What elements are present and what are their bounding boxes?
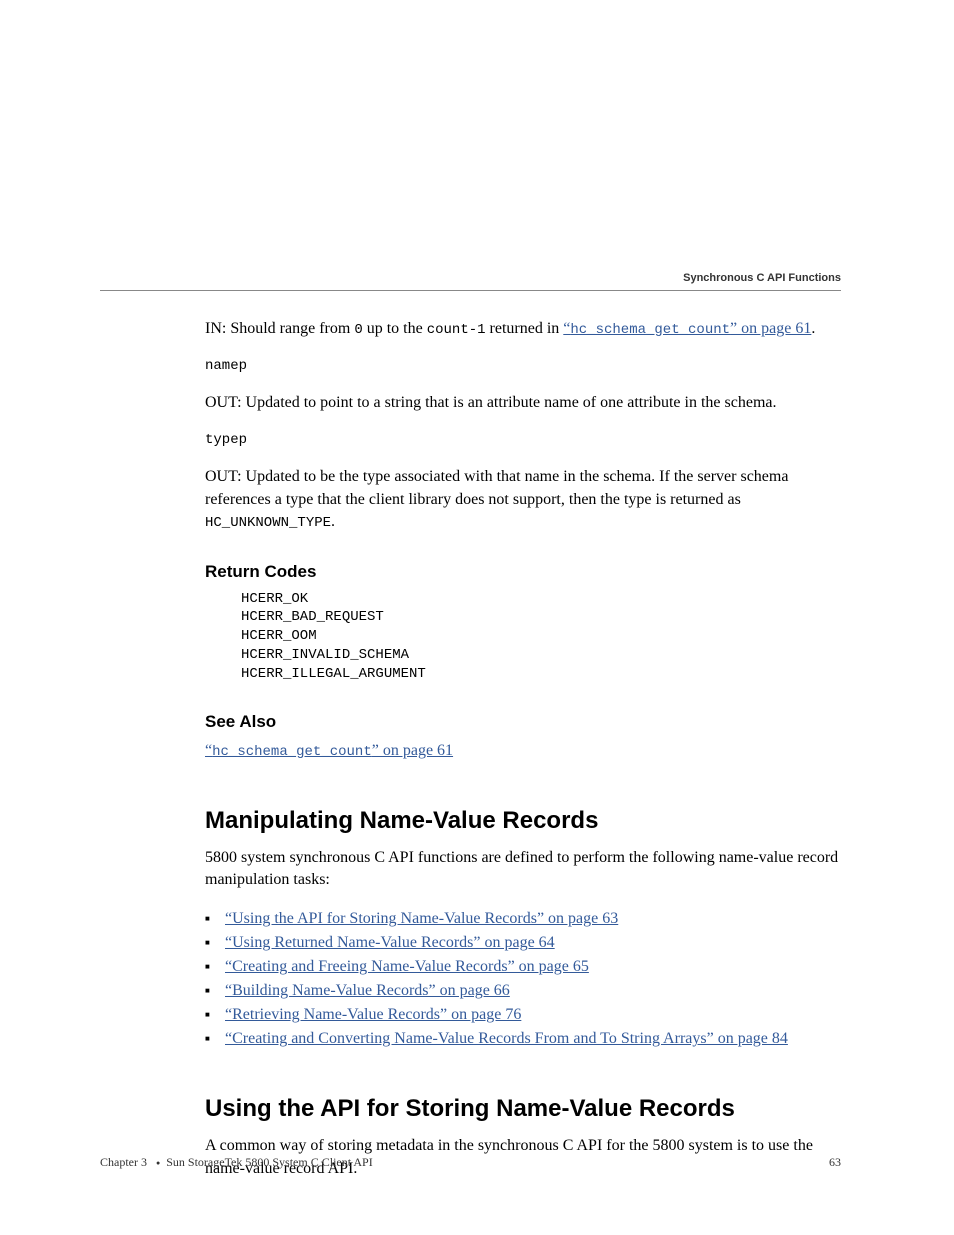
footer-chapter: Chapter 3 — [100, 1155, 150, 1169]
see-also-link-wrap: “hc_schema_get_count” on page 61 — [205, 740, 841, 763]
code-unknown-type: HC_UNKNOWN_TYPE — [205, 515, 331, 531]
para-out-namep: OUT: Updated to point to a string that i… — [205, 392, 841, 414]
list-item: “Building Name-Value Records” on page 66 — [205, 979, 841, 1003]
text: up to the — [363, 320, 427, 337]
param-namep: namep — [205, 357, 841, 377]
link-tail: ” on page 61 — [372, 742, 453, 759]
page-footer: Chapter 3 ● Sun StorageTek 5800 System C … — [100, 1155, 841, 1170]
heading-return-codes: Return Codes — [205, 562, 841, 582]
text: IN: Should range from — [205, 320, 354, 337]
running-head: Synchronous C API Functions — [683, 272, 841, 284]
footer-page-number: 63 — [829, 1155, 841, 1170]
code-zero: 0 — [354, 322, 362, 338]
list-item: “Retrieving Name-Value Records” on page … — [205, 1003, 841, 1027]
link-creating-converting[interactable]: “Creating and Converting Name-Value Reco… — [225, 1030, 788, 1047]
para-out-typep: OUT: Updated to be the type associated w… — [205, 466, 841, 533]
bullet-list: “Using the API for Storing Name-Value Re… — [205, 907, 841, 1051]
para-in: IN: Should range from 0 up to the count-… — [205, 318, 841, 341]
header-rule — [100, 290, 841, 291]
text: . — [811, 320, 815, 337]
return-codes-block: HCERR_OK HCERR_BAD_REQUEST HCERR_OOM HCE… — [241, 590, 841, 684]
heading-see-also: See Also — [205, 712, 841, 732]
text: . — [331, 513, 335, 530]
link-retrieving[interactable]: “Retrieving Name-Value Records” on page … — [225, 1006, 521, 1023]
link-schema-get-count[interactable]: “hc_schema_get_count” on page 61 — [563, 320, 811, 337]
bullet-separator-icon: ● — [156, 1159, 160, 1167]
footer-title: Sun StorageTek 5800 System C Client API — [166, 1155, 373, 1169]
param-typep: typep — [205, 431, 841, 451]
link-creating-freeing[interactable]: “Creating and Freeing Name-Value Records… — [225, 958, 589, 975]
list-item: “Creating and Converting Name-Value Reco… — [205, 1027, 841, 1051]
page: Synchronous C API Functions IN: Should r… — [0, 0, 954, 1235]
link-code: hc_schema_get_count — [570, 322, 730, 338]
heading-using-api-storing: Using the API for Storing Name-Value Rec… — [205, 1095, 841, 1123]
text: OUT: Updated to be the type associated w… — [205, 468, 788, 507]
link-using-api-storing[interactable]: “Using the API for Storing Name-Value Re… — [225, 910, 618, 927]
link-tail: ” on page 61 — [730, 320, 811, 337]
heading-manipulating: Manipulating Name-Value Records — [205, 807, 841, 835]
text: returned in — [486, 320, 564, 337]
list-item: “Using Returned Name-Value Records” on p… — [205, 931, 841, 955]
list-item: “Using the API for Storing Name-Value Re… — [205, 907, 841, 931]
para-manip-intro: 5800 system synchronous C API functions … — [205, 847, 841, 892]
code-countexpr: count-1 — [427, 322, 486, 338]
link-building[interactable]: “Building Name-Value Records” on page 66 — [225, 982, 510, 999]
link-using-returned[interactable]: “Using Returned Name-Value Records” on p… — [225, 934, 555, 951]
footer-left: Chapter 3 ● Sun StorageTek 5800 System C … — [100, 1155, 373, 1170]
link-see-also-schema-get-count[interactable]: “hc_schema_get_count” on page 61 — [205, 742, 453, 759]
content-area: IN: Should range from 0 up to the count-… — [205, 318, 841, 1196]
link-code: hc_schema_get_count — [212, 744, 372, 760]
list-item: “Creating and Freeing Name-Value Records… — [205, 955, 841, 979]
